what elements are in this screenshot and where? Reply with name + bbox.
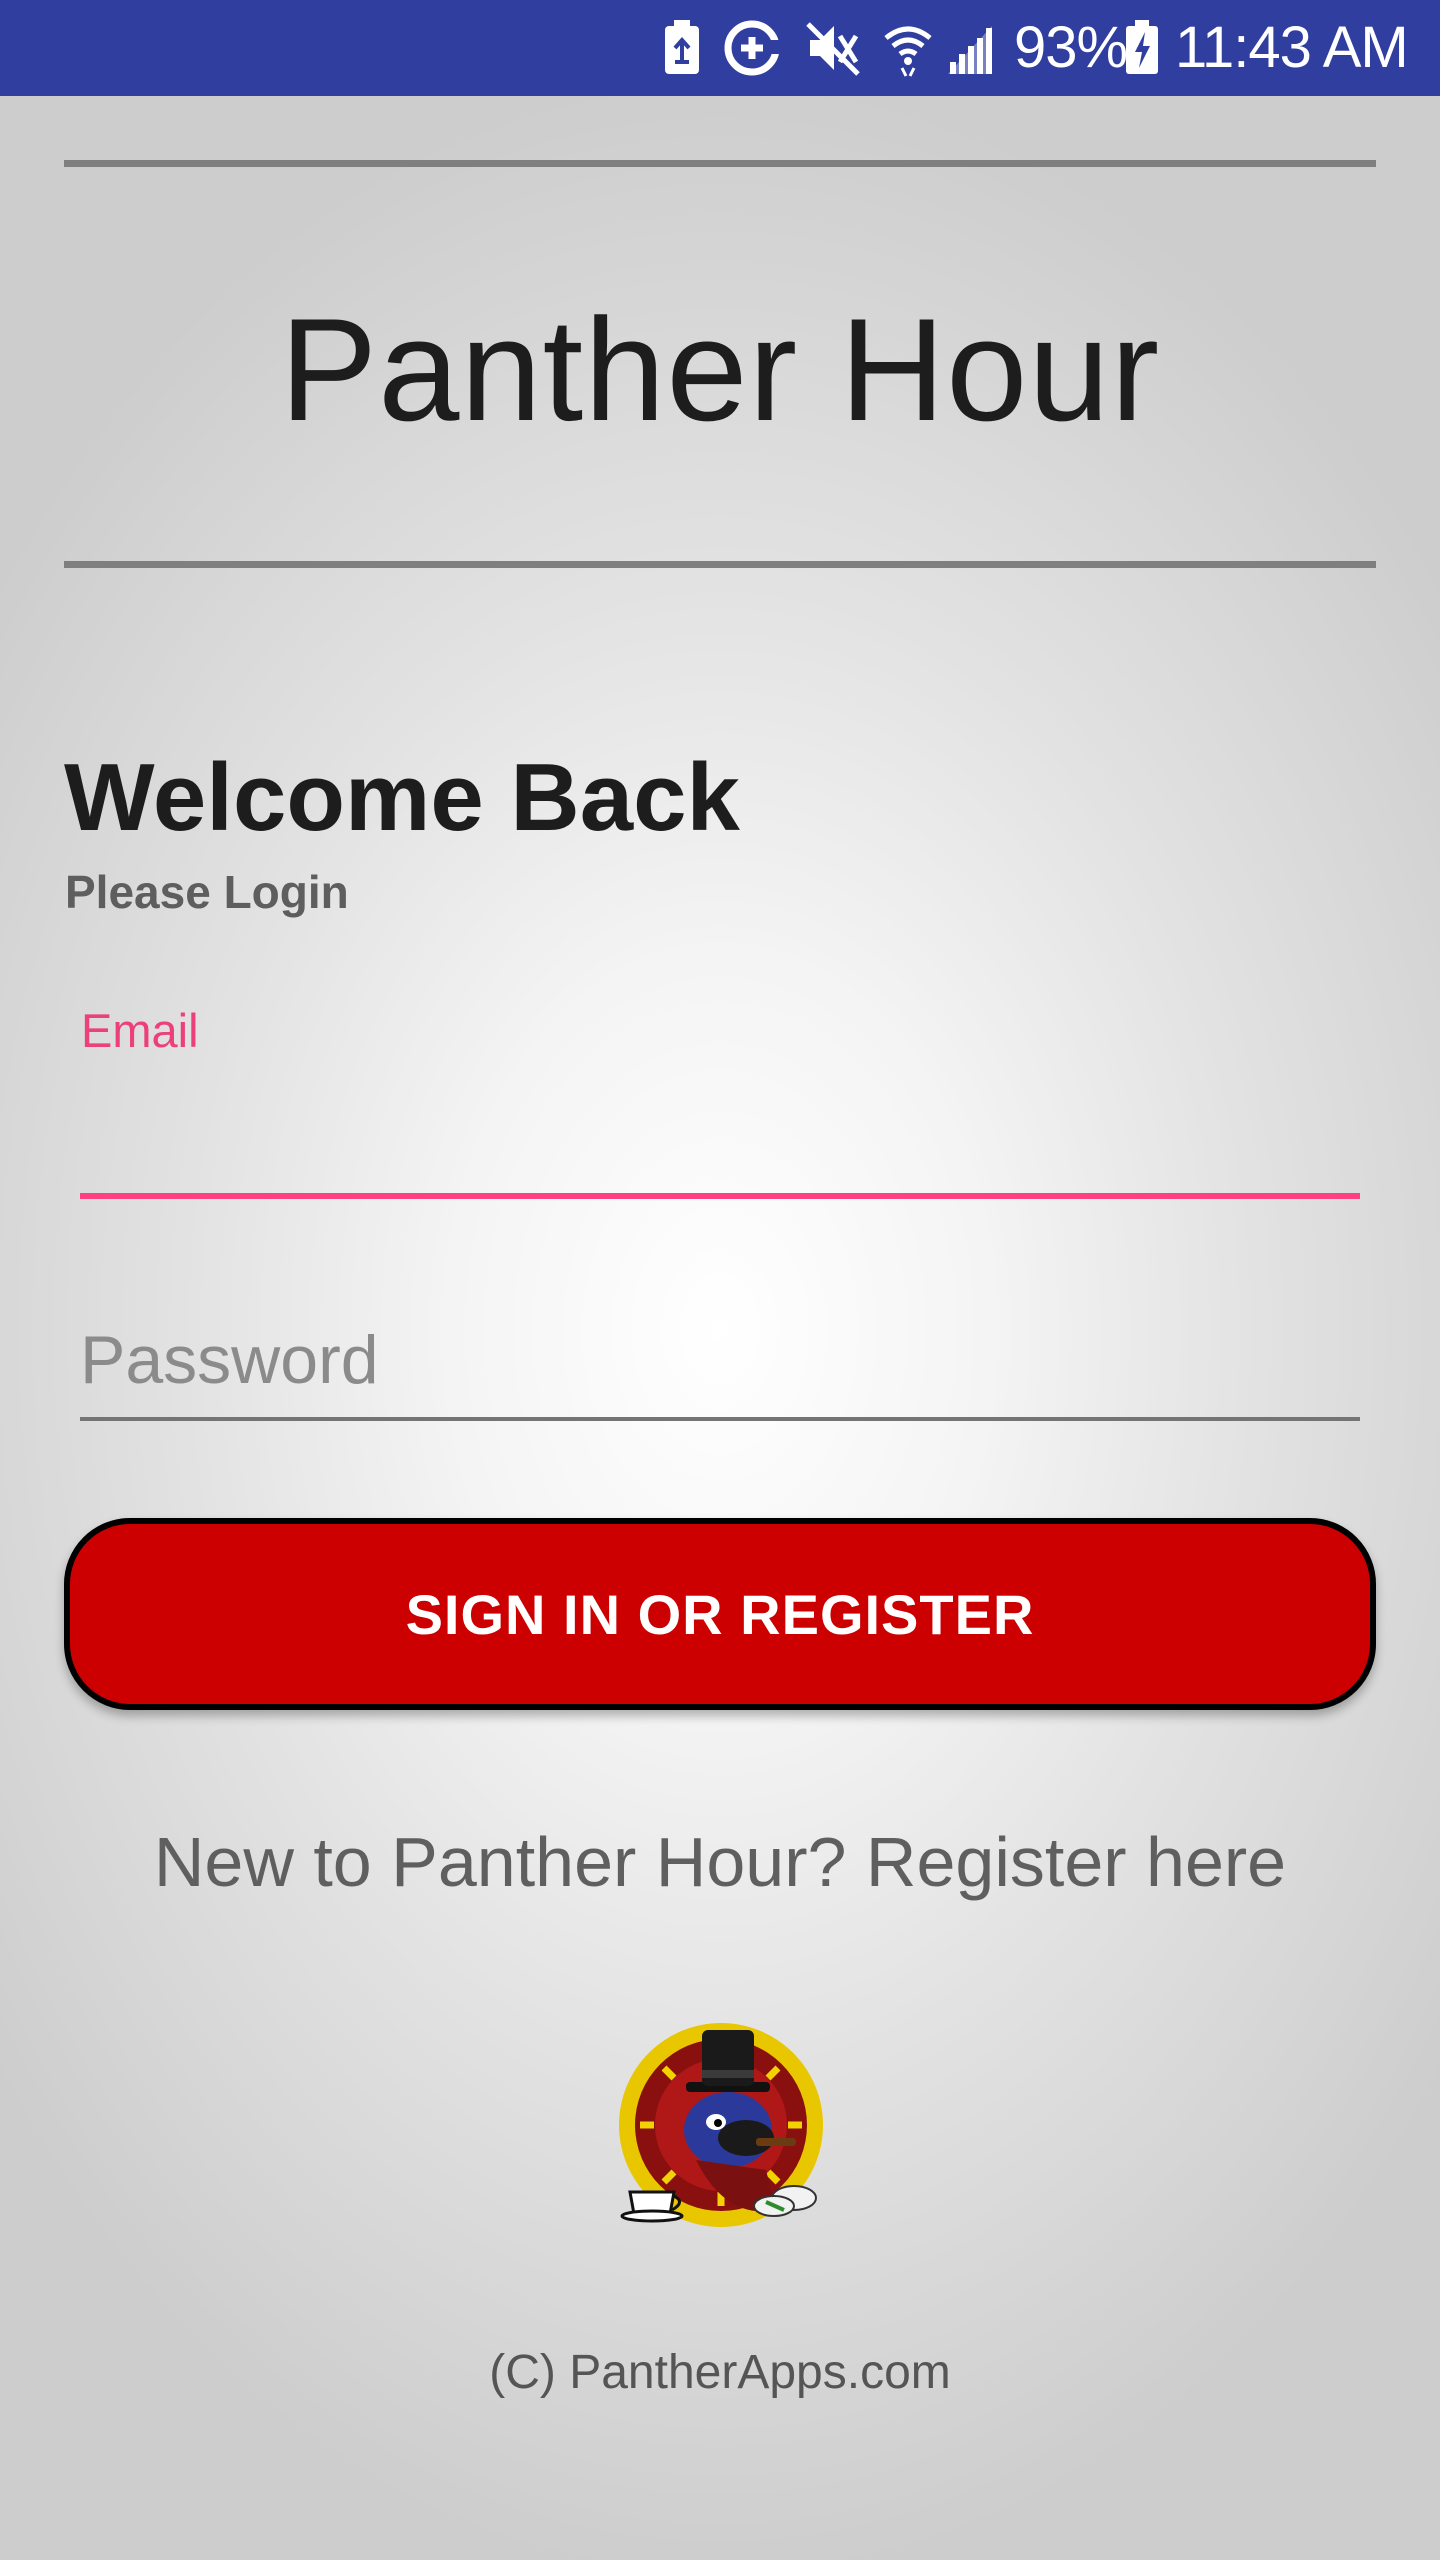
welcome-heading: Welcome Back [64, 744, 740, 851]
status-time: 11:43 AM [1175, 15, 1409, 80]
cell-signal-icon [944, 18, 996, 78]
email-label: Email [81, 1004, 199, 1057]
register-link[interactable]: New to Panther Hour? Register here [0, 1822, 1440, 1902]
header-top-divider [64, 160, 1376, 167]
battery-charging-icon [1124, 18, 1160, 78]
copyright-text: (C) PantherApps.com [489, 2346, 951, 2399]
battery-saver-icon [662, 18, 702, 78]
login-subheading: Please Login [65, 866, 349, 918]
status-bar: 93% 11:43 AM [0, 0, 1440, 96]
battery-percent: 93% [1014, 15, 1128, 80]
panther-clock-logo [616, 2020, 826, 2230]
password-field[interactable] [80, 1310, 1360, 1410]
wifi-icon [882, 18, 934, 78]
app-title: Panther Hour [279, 288, 1161, 451]
header-bottom-divider [64, 561, 1376, 568]
email-field[interactable] [80, 1090, 1360, 1190]
email-field-underline [80, 1193, 1360, 1199]
mute-icon [804, 18, 862, 78]
data-saver-icon [722, 18, 782, 78]
password-field-underline [80, 1417, 1360, 1421]
sign-in-or-register-button[interactable]: SIGN IN OR REGISTER [64, 1518, 1376, 1710]
